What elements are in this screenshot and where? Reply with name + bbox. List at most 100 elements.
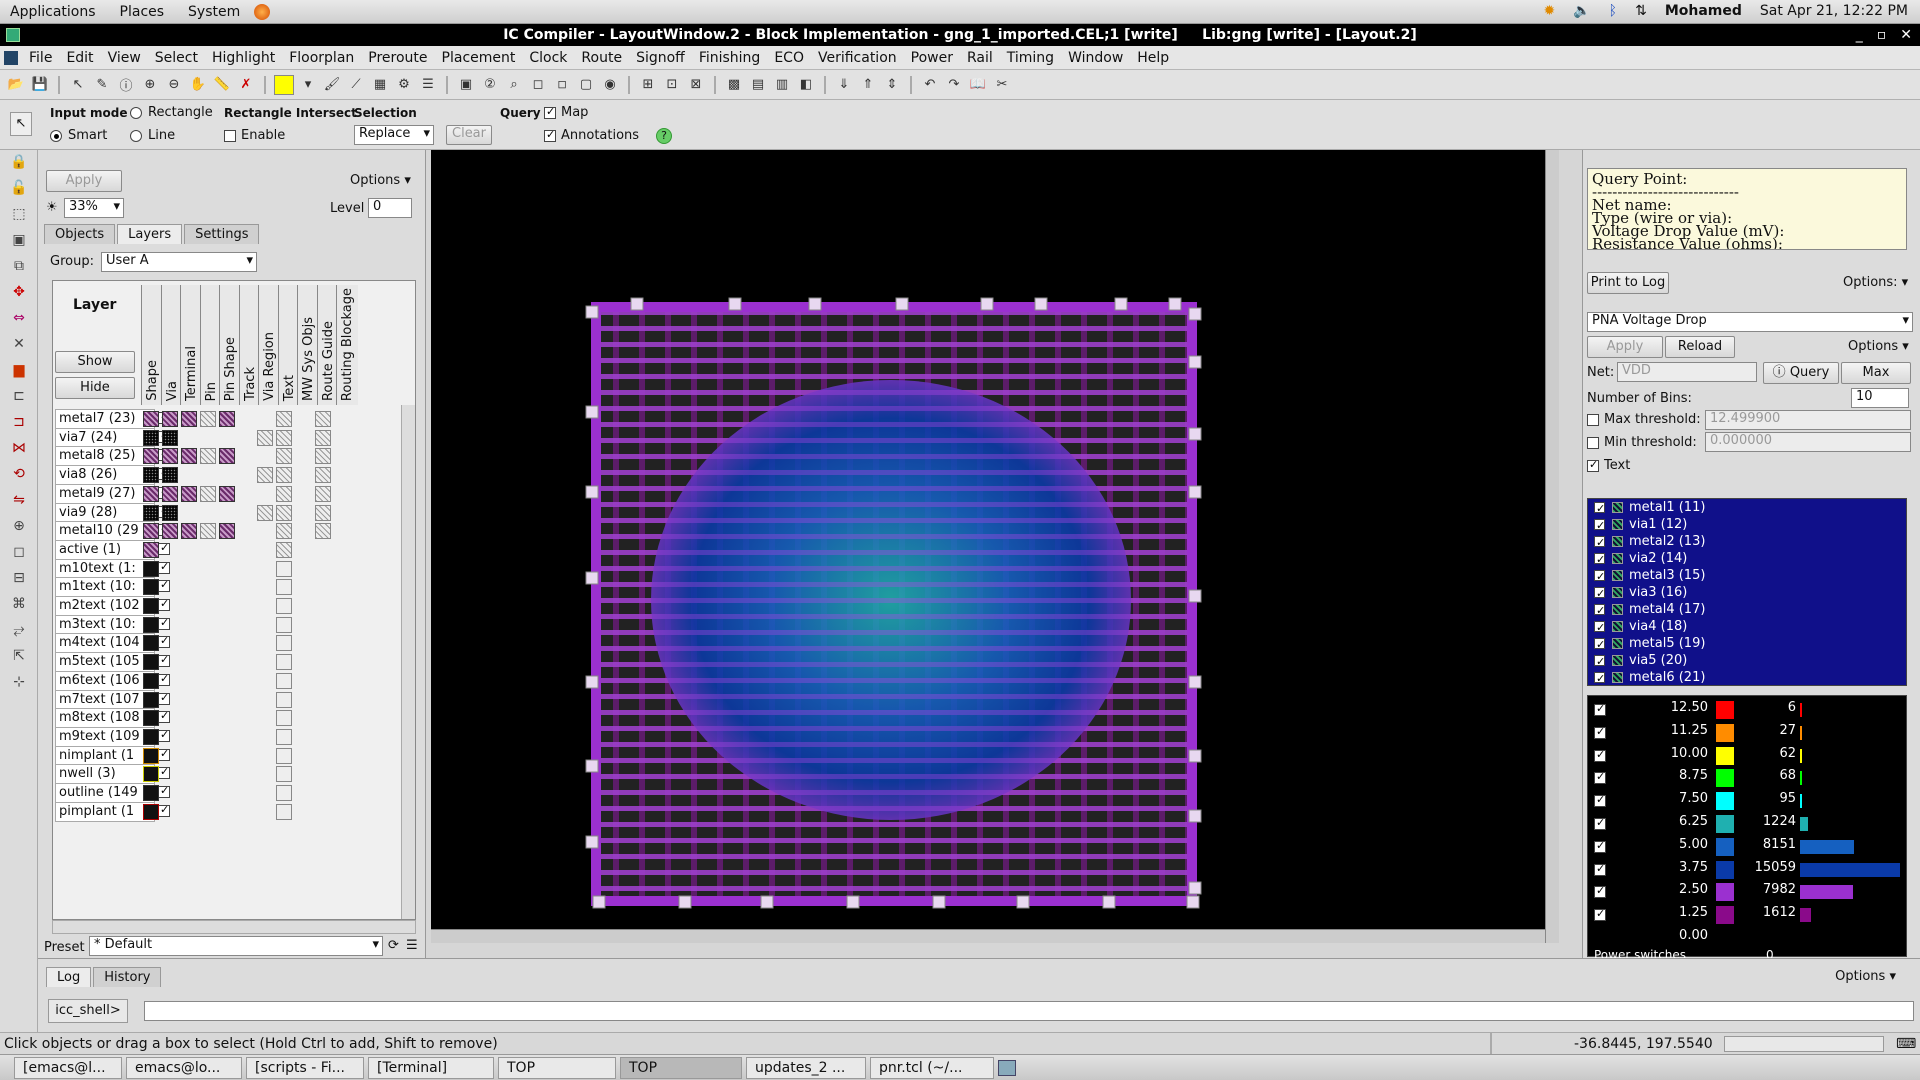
bbox-icon[interactable]: ▣	[8, 232, 30, 254]
help-icon[interactable]: ?	[656, 128, 672, 144]
metal-layer-item[interactable]: via2 (14)	[1588, 550, 1906, 568]
task-emacs-2[interactable]: emacs@lo...	[126, 1056, 242, 1079]
text-swatch[interactable]	[276, 579, 292, 596]
bin-color-swatch[interactable]	[1716, 701, 1734, 719]
text-swatch[interactable]	[276, 467, 292, 484]
shape-swatch[interactable]	[143, 654, 159, 671]
show-button[interactable]: Show	[55, 351, 135, 373]
menu-file[interactable]: File	[29, 50, 52, 66]
shape-swatch[interactable]	[143, 747, 159, 764]
info-icon[interactable]: ⓘ	[116, 75, 136, 95]
task-scripts[interactable]: [scripts - Fi...	[246, 1056, 364, 1079]
color-icon[interactable]: ▆	[8, 362, 30, 384]
task-updates[interactable]: updates_2 ...	[746, 1056, 866, 1079]
map-select[interactable]: PNA Voltage Drop ▾	[1587, 312, 1913, 332]
io-pad[interactable]	[585, 675, 599, 689]
rotate-icon[interactable]: ⟲	[8, 466, 30, 488]
snap-icon[interactable]: ⊹	[8, 674, 30, 696]
rectangle-radio[interactable]: Rectangle	[130, 105, 213, 120]
via-region-swatch[interactable]	[257, 504, 273, 521]
chip-icon[interactable]: ▣	[456, 75, 476, 95]
min-threshold-checkbox[interactable]: Min threshold:	[1587, 435, 1697, 450]
zoom-select[interactable]: 33% ▾	[64, 198, 124, 218]
shape-swatch[interactable]	[143, 411, 159, 427]
layer-visible-checkbox[interactable]	[158, 634, 170, 649]
text-swatch[interactable]	[276, 411, 292, 427]
via-swatch[interactable]	[162, 467, 178, 484]
shape-swatch[interactable]	[143, 766, 159, 783]
layer-name[interactable]: pimplant (1	[55, 801, 155, 822]
io-pad[interactable]	[1186, 895, 1200, 909]
palette-icon[interactable]: ▤	[748, 75, 768, 95]
layout-canvas[interactable]	[431, 150, 1559, 943]
route-guide-swatch[interactable]	[315, 411, 331, 427]
layer-horizontal-scrollbar[interactable]	[52, 920, 416, 934]
max-button[interactable]: Max	[1841, 362, 1911, 384]
zoom-out-icon[interactable]: ⊖	[164, 75, 184, 95]
shape-swatch[interactable]	[143, 635, 159, 652]
shape-swatch[interactable]	[143, 560, 159, 577]
pin-shape-swatch[interactable]	[219, 411, 235, 427]
route-guide-swatch[interactable]	[315, 448, 331, 465]
layer-visible-checkbox[interactable]	[158, 672, 170, 686]
text-swatch[interactable]	[276, 766, 292, 783]
annotations-checkbox[interactable]: Annotations	[544, 128, 639, 143]
shape-swatch[interactable]	[143, 672, 159, 689]
move-up-icon[interactable]: ⇑	[858, 75, 878, 95]
layer-visible-checkbox[interactable]	[158, 784, 170, 798]
shell-command-input[interactable]	[144, 1001, 1914, 1021]
tab-settings[interactable]: Settings	[184, 224, 260, 244]
via-swatch[interactable]	[162, 523, 178, 540]
shape-swatch[interactable]	[143, 448, 159, 465]
menu-preroute[interactable]: Preroute	[368, 50, 427, 66]
tab-layers[interactable]: Layers	[117, 224, 183, 244]
layer-name[interactable]: via7 (24)	[55, 427, 155, 448]
menu-power[interactable]: Power	[911, 50, 953, 66]
layer-name[interactable]: via9 (28)	[55, 502, 155, 523]
applications-menu[interactable]: Applications	[10, 4, 96, 20]
io-pad[interactable]	[1168, 297, 1182, 311]
line-radio[interactable]: Line	[130, 128, 175, 143]
menu-finishing[interactable]: Finishing	[699, 50, 761, 66]
layer-name[interactable]: metal7 (23)	[55, 409, 155, 429]
text-swatch[interactable]	[276, 728, 292, 745]
metal-layer-item[interactable]: via4 (18)	[1588, 618, 1906, 636]
text-swatch[interactable]	[276, 598, 292, 614]
target-icon[interactable]: ◉	[600, 75, 620, 95]
split-icon[interactable]: ⊟	[8, 570, 30, 592]
metal-layer-checkbox[interactable]	[1594, 619, 1605, 636]
text-swatch[interactable]	[276, 672, 292, 689]
bin-checkbox[interactable]	[1594, 839, 1606, 853]
clear-ruler-icon[interactable]: ✗	[236, 75, 256, 95]
undo-icon[interactable]: ↶	[920, 75, 940, 95]
layer-visible-checkbox[interactable]	[158, 541, 170, 555]
io-pad[interactable]	[1188, 427, 1202, 441]
bin-checkbox[interactable]	[1594, 748, 1606, 762]
zoom-fit-icon[interactable]: ⊞	[638, 75, 658, 95]
shape-swatch[interactable]	[143, 467, 159, 484]
metal-layer-checkbox[interactable]	[1594, 585, 1605, 602]
metal-layer-checkbox[interactable]	[1594, 517, 1605, 534]
unlock-icon[interactable]: 🔓	[8, 180, 30, 202]
io-pad[interactable]	[1188, 307, 1202, 321]
io-pad[interactable]	[1188, 589, 1202, 603]
select-icon[interactable]: ⬚	[8, 206, 30, 228]
io-pad[interactable]	[760, 895, 774, 909]
map-checkbox[interactable]: Map	[544, 105, 588, 120]
layer-name[interactable]: nimplant (1	[55, 745, 155, 766]
net-field[interactable]: VDD	[1617, 362, 1757, 382]
reload-button[interactable]: Reload	[1665, 336, 1735, 358]
via-swatch[interactable]	[162, 504, 178, 521]
layer-name[interactable]: m9text (109	[55, 726, 155, 747]
layer-visible-checkbox[interactable]	[158, 578, 170, 593]
min-threshold-field[interactable]: 0.000000	[1705, 432, 1911, 452]
delete-icon[interactable]: ✕	[8, 336, 30, 358]
shape-swatch[interactable]	[143, 523, 159, 540]
layer-name[interactable]: active (1)	[55, 539, 155, 560]
move-icon[interactable]: ✥	[8, 284, 30, 306]
text-swatch[interactable]	[276, 654, 292, 671]
layer-row[interactable]: pimplant (1	[53, 801, 415, 824]
menu-verification[interactable]: Verification	[818, 50, 897, 66]
shape-swatch[interactable]	[143, 728, 159, 745]
shape-swatch[interactable]	[143, 691, 159, 708]
